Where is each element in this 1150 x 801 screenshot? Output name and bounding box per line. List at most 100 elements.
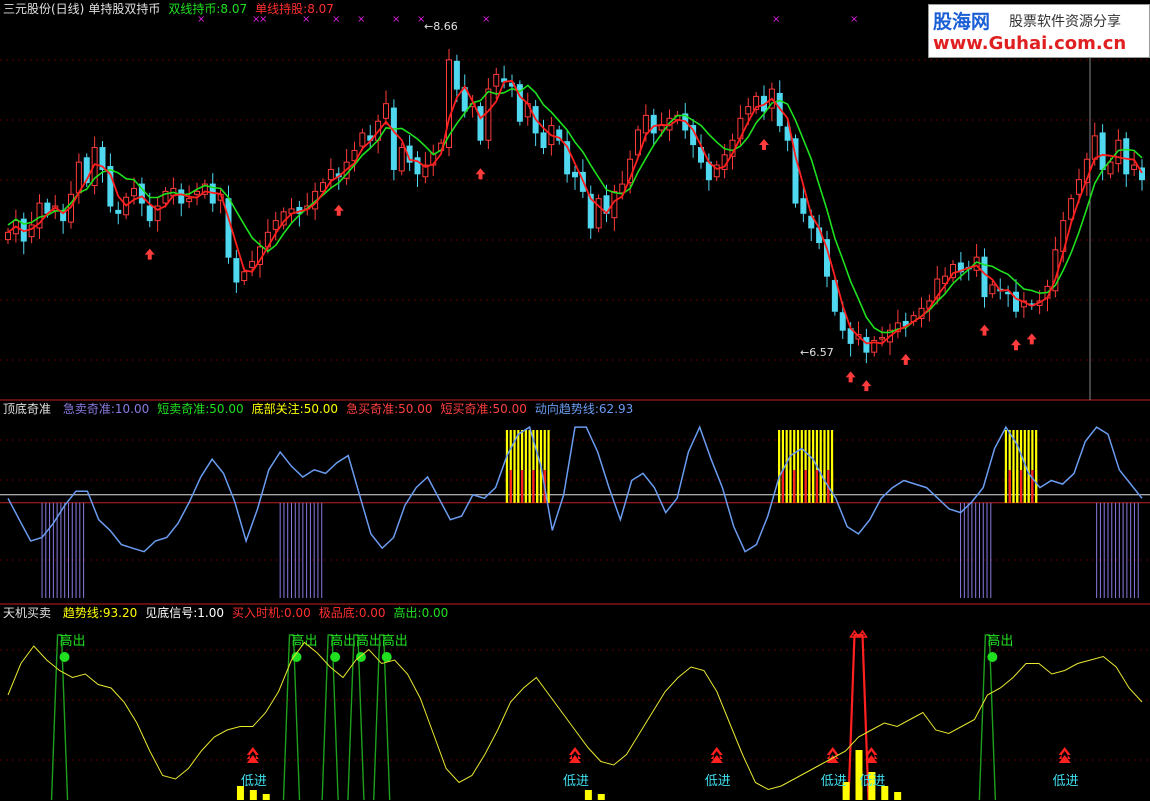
bottom-signal-bar xyxy=(262,794,270,800)
buy-arrow-icon xyxy=(845,371,856,383)
bottom-panel-name: 天机买卖 xyxy=(3,606,52,620)
bottom-legend-item: 买入时机:0.00 xyxy=(232,606,311,620)
buy-arrow-icon xyxy=(333,204,344,216)
high-dot-icon xyxy=(330,652,341,662)
candle-body xyxy=(115,209,122,214)
buy-arrow-icon xyxy=(861,380,872,392)
candle-body xyxy=(1099,132,1106,170)
bottom-legend-item: 高出:0.00 xyxy=(393,606,449,620)
candle-body xyxy=(233,258,240,283)
mid-legend-item: 短卖奇准:50.00 xyxy=(157,402,244,416)
mid-legend-item: 底部关注:50.00 xyxy=(251,402,339,416)
mid-legend-item: 短买奇准:50.00 xyxy=(440,402,527,416)
high-label: 高出 xyxy=(987,633,1013,649)
candle-body xyxy=(390,107,397,170)
candle-body xyxy=(1091,135,1098,160)
bottom-signal-bar xyxy=(894,792,902,800)
candle-body xyxy=(595,198,602,229)
high-label: 高出 xyxy=(356,633,382,649)
candle-body xyxy=(1123,138,1130,175)
candle-body xyxy=(178,189,185,204)
high-label: 高出 xyxy=(292,633,318,649)
top-marker-icon: × xyxy=(772,14,780,25)
candle-body xyxy=(453,60,460,90)
high-label: 高出 xyxy=(382,633,408,649)
low-label: 低进 xyxy=(563,774,589,789)
chart-stage[interactable]: × × × × × × × × × × × 高出 高出 高出 高出 高出 高出 低进 低进 低进 低进 低进 低进 三元股份… xyxy=(0,0,1150,801)
buy-arrow-icon xyxy=(759,139,769,150)
ma-slow-line xyxy=(7,84,1143,334)
candle-body xyxy=(398,147,405,172)
low-label: 低进 xyxy=(705,774,731,789)
candle-body xyxy=(540,132,547,149)
candle-body xyxy=(359,132,366,147)
candle-body xyxy=(241,271,248,282)
buy-arrow-icon xyxy=(900,353,911,365)
bottom-legend-item: 趋势线:93.20 xyxy=(62,606,138,620)
mid-panel-header: 顶底奇准 急卖奇准:10.00 短卖奇准:50.00 底部关注:50.00 急买奇准:… xyxy=(3,402,649,416)
candle-body xyxy=(572,171,578,178)
bottom-legend-item: 见底信号:1.00 xyxy=(145,606,225,620)
bottom-signal-bar xyxy=(249,790,257,800)
candle-body xyxy=(879,337,886,340)
mid-legend-item: 急买奇准:50.00 xyxy=(346,402,433,416)
candle-body xyxy=(1131,164,1138,170)
low-label: 低进 xyxy=(859,774,885,789)
top-marker-icon: × xyxy=(482,14,490,25)
mid-panel-name: 顶底奇准 xyxy=(3,402,52,416)
candle-body xyxy=(131,187,137,197)
high-dot-icon xyxy=(987,652,998,662)
candle-body xyxy=(194,190,200,195)
indicator-name: 单持股双持币 xyxy=(88,2,161,16)
single-line-label: 单线持股:8.07 xyxy=(255,2,334,16)
bottom-signal-bar xyxy=(584,790,592,800)
candle-body xyxy=(745,106,752,115)
candle-body xyxy=(989,284,996,295)
candle-body xyxy=(1076,179,1082,195)
max-price-label: ←8.66 xyxy=(424,20,458,33)
high-dot-icon xyxy=(381,652,392,662)
candle-body xyxy=(642,114,649,134)
buy-arrow-icon xyxy=(1026,333,1037,345)
candle-body xyxy=(1013,291,1019,312)
low-label: 低进 xyxy=(1053,774,1079,789)
top-marker-icon: × xyxy=(357,14,365,25)
main-panel-header: 三元股份(日线) 单持股双持币 双线持币:8.07 单线持股:8.07 xyxy=(3,2,342,16)
candle-body xyxy=(658,125,665,131)
candle-body xyxy=(981,256,988,298)
bottom-panel-header: 天机买卖 趋势线:93.20 见底信号:1.00 买入时机:0.00 极品底:0.00… xyxy=(3,606,464,620)
candle-body xyxy=(485,88,492,141)
candle-body xyxy=(383,103,389,119)
candle-body xyxy=(249,261,256,268)
candle-body xyxy=(477,106,484,141)
buy-arrow-icon xyxy=(1011,339,1021,351)
mid-legend-item: 动向趋势线:62.93 xyxy=(534,402,634,416)
logo-url: www.Guhai.com.cn xyxy=(933,33,1127,54)
logo-brand: 股海网 xyxy=(933,11,991,33)
candle-body xyxy=(839,312,846,331)
low-label: 低进 xyxy=(241,774,267,789)
candle-body xyxy=(186,198,193,203)
candle-body xyxy=(5,231,11,241)
dual-line-label: 双线持币:8.07 xyxy=(168,2,248,16)
high-dot-icon xyxy=(59,652,70,662)
candle-body xyxy=(493,73,500,87)
mid-legend-item: 急卖奇准:10.00 xyxy=(62,402,150,416)
candle-body xyxy=(272,220,279,230)
candle-body xyxy=(650,114,657,134)
min-price-label: ←6.57 xyxy=(800,346,834,359)
guhai-logo: 股海网 股票软件资源分享 www.Guhai.com.cn xyxy=(928,4,1150,58)
candle-body xyxy=(327,168,334,181)
chart-canvas[interactable]: × ×× × × × × × × × ×高出 高出 高出 高出 高出 高出低进 低进 低进 低进 低进 低进 xyxy=(0,0,1150,801)
bottom-legend-item: 极品底:0.00 xyxy=(318,606,386,620)
low-label: 低进 xyxy=(821,774,847,789)
candle-body xyxy=(225,198,232,258)
high-label: 高出 xyxy=(60,633,86,649)
stock-title: 三元股份(日线) xyxy=(3,2,85,16)
top-marker-icon: × xyxy=(850,14,858,25)
logo-slogan: 股票软件资源分享 xyxy=(1009,14,1121,30)
candle-body xyxy=(800,198,807,214)
ma-fast-line xyxy=(7,79,1143,345)
buy-arrow-icon xyxy=(144,248,155,260)
top-marker-icon: × xyxy=(392,14,400,25)
